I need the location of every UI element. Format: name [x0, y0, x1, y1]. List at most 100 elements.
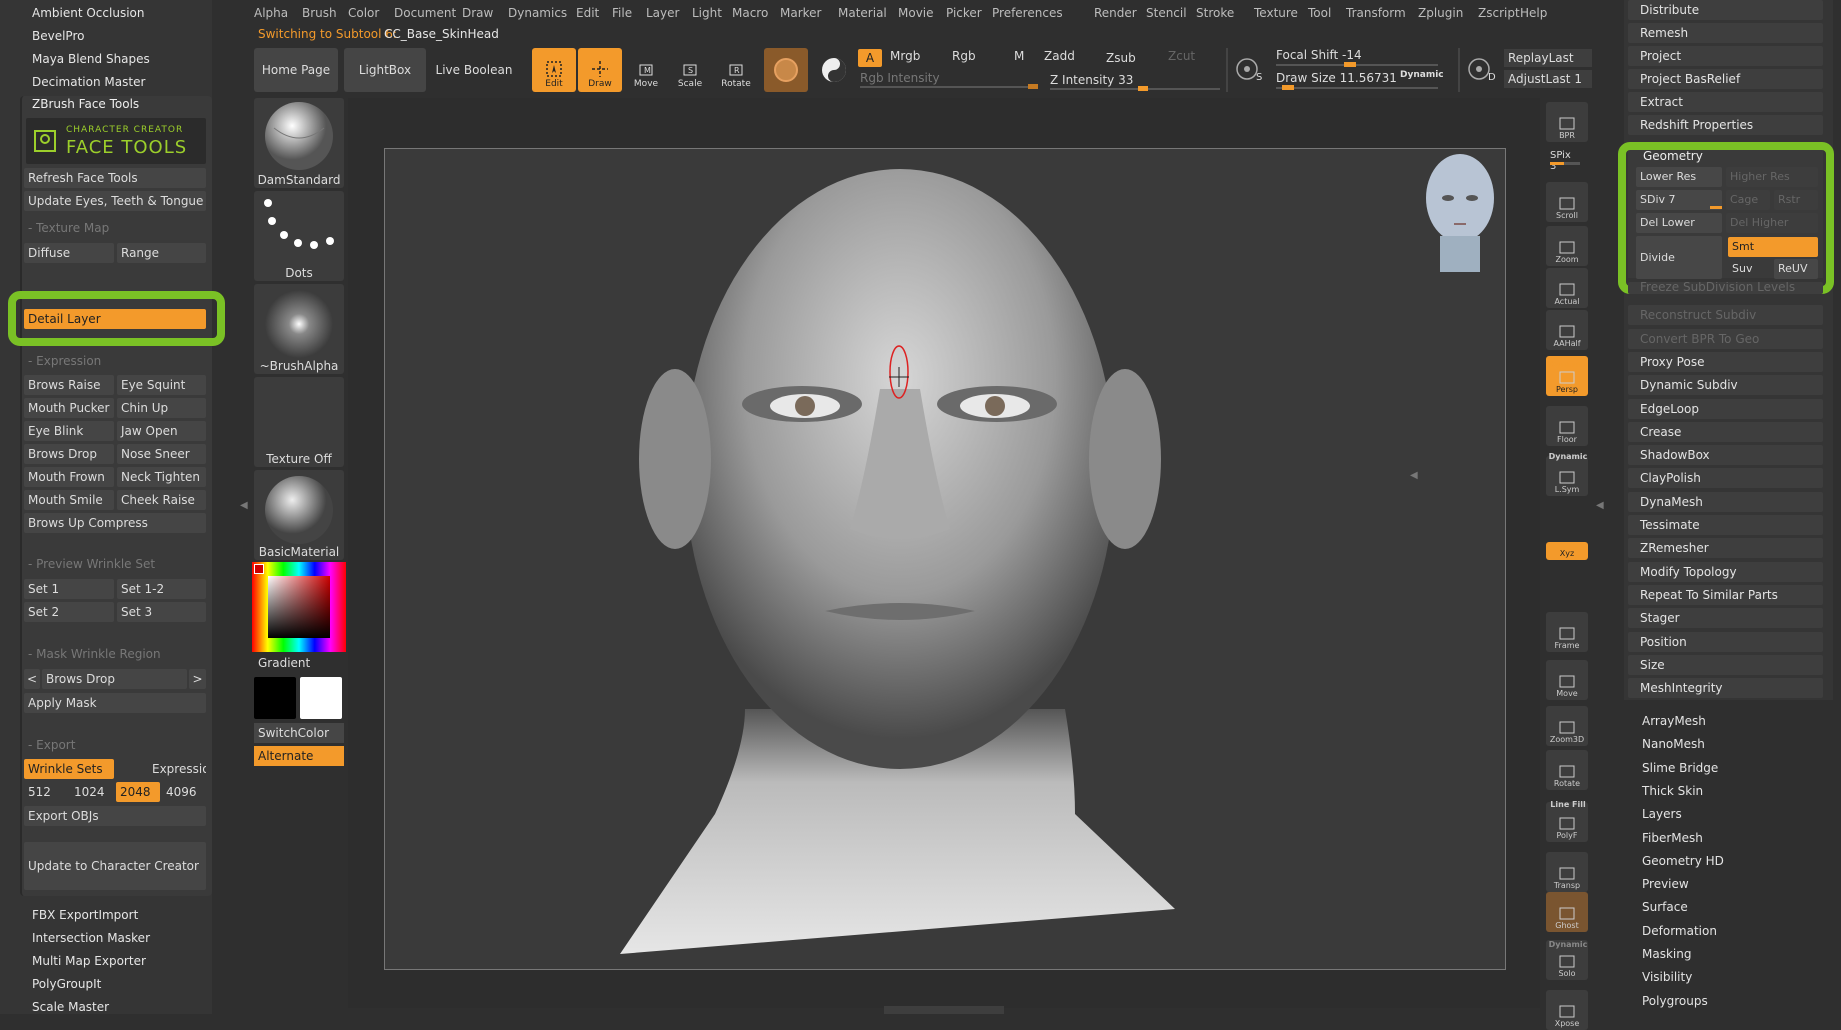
- export-section[interactable]: - Export: [28, 738, 75, 752]
- expr-neck-tighten[interactable]: Neck Tighten: [117, 467, 206, 487]
- gradient-label[interactable]: Gradient: [258, 656, 310, 670]
- menu-draw[interactable]: Draw: [462, 4, 493, 22]
- plugin-multi-map-exporter[interactable]: Multi Map Exporter: [32, 950, 146, 972]
- menu-render[interactable]: Render: [1094, 4, 1137, 22]
- menu-document[interactable]: Document: [394, 4, 456, 22]
- home-page-button[interactable]: Home Page: [254, 48, 338, 92]
- main-color-swatch[interactable]: [254, 677, 296, 719]
- navigation-head-thumbnail[interactable]: [1420, 150, 1500, 275]
- set-1-button[interactable]: Set 1: [24, 579, 114, 599]
- texture-map-section[interactable]: - Texture Map: [28, 221, 109, 235]
- diffuse-button[interactable]: Diffuse: [24, 243, 114, 263]
- shelf-rotate[interactable]: Rotate: [1546, 750, 1588, 790]
- detail-layer-button[interactable]: Detail Layer: [24, 309, 206, 329]
- shelf-bpr[interactable]: BPR: [1546, 102, 1588, 142]
- geometry-item-shadowbox[interactable]: ShadowBox: [1628, 445, 1823, 466]
- geometry-item-size[interactable]: Size: [1628, 654, 1823, 675]
- draw-size-thumb[interactable]: [1282, 85, 1294, 90]
- expression-section[interactable]: - Expression: [28, 354, 101, 368]
- geometry-item-claypolish[interactable]: ClayPolish: [1628, 468, 1823, 489]
- z-intensity-thumb[interactable]: [1138, 86, 1148, 91]
- rgb-intensity-thumb[interactable]: [1028, 84, 1038, 89]
- alternate-button[interactable]: Alternate: [254, 746, 344, 766]
- mask-next-button[interactable]: >: [189, 669, 206, 689]
- plugin-fbx[interactable]: FBX ExportImport: [32, 904, 138, 926]
- shelf-xyz[interactable]: Xyz: [1546, 542, 1588, 560]
- set-1-2-button[interactable]: Set 1-2: [117, 579, 206, 599]
- set-3-button[interactable]: Set 3: [117, 602, 206, 622]
- rgb-toggle[interactable]: Rgb: [952, 49, 976, 63]
- plugin-ambient-occlusion[interactable]: Ambient Occlusion: [32, 2, 144, 24]
- expr-eye-blink[interactable]: Eye Blink: [24, 421, 114, 441]
- menu-marker[interactable]: Marker: [780, 4, 821, 22]
- expr-chin-up[interactable]: Chin Up: [117, 398, 206, 418]
- z-intensity-slider[interactable]: Z Intensity 33: [1050, 73, 1133, 87]
- expr-cheek-raise[interactable]: Cheek Raise: [117, 490, 206, 510]
- geometry-item-stager[interactable]: Stager: [1628, 608, 1823, 629]
- subpalette-deformation[interactable]: Deformation: [1642, 921, 1717, 941]
- menu-brush[interactable]: Brush: [302, 4, 337, 22]
- subpalette-surface[interactable]: Surface: [1642, 897, 1688, 917]
- zsub-toggle[interactable]: Zsub: [1106, 51, 1136, 65]
- tool-item-extract[interactable]: Extract: [1628, 92, 1823, 112]
- menu-picker[interactable]: Picker: [946, 4, 982, 22]
- shelf-transp[interactable]: Transp: [1546, 852, 1588, 892]
- switch-color-button[interactable]: SwitchColor: [254, 723, 344, 743]
- tool-item-distribute[interactable]: Distribute: [1628, 0, 1823, 20]
- plugin-maya-blend-shapes[interactable]: Maya Blend Shapes: [32, 48, 150, 70]
- menu-tool[interactable]: Tool: [1308, 4, 1331, 22]
- update-cc-button[interactable]: Update to Character Creator: [24, 842, 206, 890]
- subpalette-fibermesh[interactable]: FiberMesh: [1642, 828, 1703, 848]
- menu-zplugin[interactable]: Zplugin: [1418, 4, 1463, 22]
- menu-help[interactable]: Help: [1520, 4, 1547, 22]
- shelf-zoom3d[interactable]: Zoom3D: [1546, 706, 1588, 746]
- geometry-item-repeat-to-similar-parts[interactable]: Repeat To Similar Parts: [1628, 584, 1823, 605]
- material-sphere-button[interactable]: [764, 48, 808, 92]
- menu-color[interactable]: Color: [348, 4, 379, 22]
- shelf-zoom[interactable]: Zoom: [1546, 226, 1588, 266]
- menu-stencil[interactable]: Stencil: [1146, 4, 1187, 22]
- a-toggle[interactable]: A: [858, 49, 882, 67]
- shelf-xpose[interactable]: Xpose: [1546, 990, 1588, 1030]
- menu-edit[interactable]: Edit: [576, 4, 599, 22]
- shelf-frame[interactable]: Frame: [1546, 612, 1588, 652]
- menu-material[interactable]: Material: [838, 4, 887, 22]
- plugin-intersection-masker[interactable]: Intersection Masker: [32, 927, 150, 949]
- plugin-bevelpro[interactable]: BevelPro: [32, 25, 84, 47]
- menu-preferences[interactable]: Preferences: [992, 4, 1063, 22]
- adjust-last-slider[interactable]: AdjustLast 1: [1504, 70, 1592, 88]
- spix-label[interactable]: SPix 3: [1550, 150, 1572, 172]
- face-tools-title[interactable]: ZBrush Face Tools: [32, 97, 139, 111]
- lightbox-button[interactable]: LightBox: [344, 48, 426, 92]
- tool-item-remesh[interactable]: Remesh: [1628, 23, 1823, 43]
- subpalette-thick-skin[interactable]: Thick Skin: [1642, 781, 1703, 801]
- menu-dynamics[interactable]: Dynamics: [508, 4, 567, 22]
- draw-mode-button[interactable]: Draw: [578, 48, 622, 92]
- focal-shift-thumb[interactable]: [1344, 62, 1356, 67]
- dynamic-toggle[interactable]: Dynamic: [1400, 70, 1444, 80]
- shelf-aahalf[interactable]: AAHalf: [1546, 310, 1588, 350]
- subpalette-layers[interactable]: Layers: [1642, 804, 1682, 824]
- size-512[interactable]: 512: [24, 782, 68, 802]
- apply-mask-button[interactable]: Apply Mask: [24, 693, 206, 713]
- plugin-polygroupit[interactable]: PolyGroupIt: [32, 973, 101, 995]
- tool-item-project-basrelief[interactable]: Project BasRelief: [1628, 69, 1823, 89]
- size-1024[interactable]: 1024: [70, 782, 114, 802]
- geometry-item-modify-topology[interactable]: Modify Topology: [1628, 561, 1823, 582]
- menu-movie[interactable]: Movie: [898, 4, 934, 22]
- geometry-item-position[interactable]: Position: [1628, 631, 1823, 652]
- geometry-item-edgeloop[interactable]: EdgeLoop: [1628, 398, 1823, 419]
- preview-wrinkle-section[interactable]: - Preview Wrinkle Set: [28, 557, 155, 571]
- menu-layer[interactable]: Layer: [646, 4, 679, 22]
- menu-texture[interactable]: Texture: [1254, 4, 1298, 22]
- tool-item-project[interactable]: Project: [1628, 46, 1823, 66]
- rotate-mode-button[interactable]: R Rotate: [714, 48, 758, 92]
- zcut-toggle[interactable]: Zcut: [1168, 49, 1195, 63]
- set-2-button[interactable]: Set 2: [24, 602, 114, 622]
- subpalette-slime-bridge[interactable]: Slime Bridge: [1642, 758, 1718, 778]
- geometry-item-convert-bpr-to-geo[interactable]: Convert BPR To Geo: [1628, 328, 1823, 349]
- bottom-tray-handle[interactable]: [884, 1006, 1004, 1014]
- menu-stroke[interactable]: Stroke: [1196, 4, 1234, 22]
- shelf-l-sym[interactable]: L.Sym: [1546, 456, 1588, 496]
- shelf-ghost[interactable]: Ghost: [1546, 892, 1588, 932]
